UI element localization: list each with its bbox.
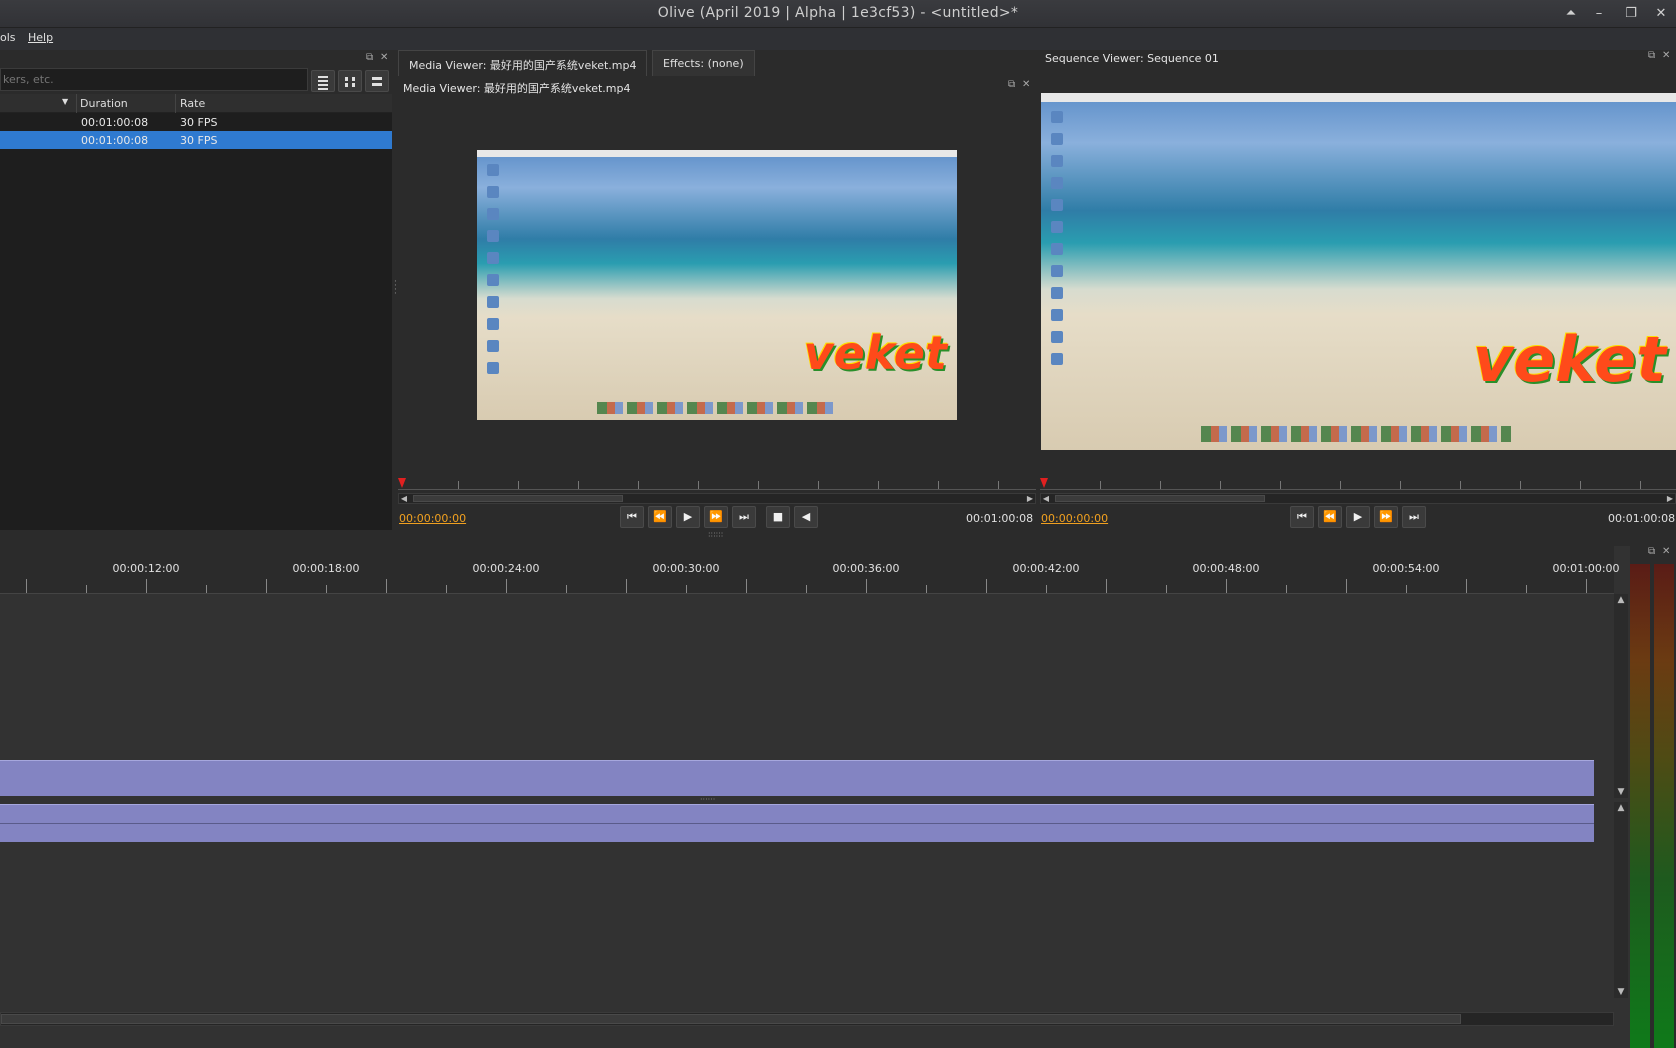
audio-tracks-scrollbar[interactable]: ▲ ▼ (1614, 802, 1628, 998)
meter-left-channel (1630, 564, 1650, 1048)
menu-tools[interactable]: ols (0, 31, 16, 44)
tab-effects[interactable]: Effects: (none) (652, 50, 755, 76)
ruler-label: 00:01:00:00 (1552, 562, 1620, 575)
timeline-ruler[interactable]: 00:00:12:00 00:00:18:00 00:00:24:00 00:0… (0, 546, 1620, 594)
table-row[interactable]: 00:01:00:08 30 FPS (0, 113, 392, 131)
ruler-label: 00:00:42:00 (1012, 562, 1080, 575)
dock-close-icon[interactable]: ✕ (1662, 50, 1670, 61)
previous-frame-button[interactable]: ⏪ (648, 506, 672, 528)
duration-header[interactable]: Duration (80, 97, 128, 110)
audio-meter: ⧉ ✕ (1630, 546, 1676, 1048)
icon-view-button[interactable] (338, 70, 362, 92)
current-timecode[interactable]: 00:00:00:00 (399, 512, 466, 525)
project-panel: ⧉ ✕ ▼ Duration Rate 00:01:00:08 30 FPS 0… (0, 50, 392, 530)
sequence-preview-frame: veket (1041, 93, 1676, 450)
minimize-button[interactable]: – (1588, 4, 1610, 24)
dock-close-icon[interactable]: ✕ (1022, 79, 1030, 90)
tree-view-button[interactable] (365, 70, 389, 92)
ruler-label: 00:00:48:00 (1192, 562, 1260, 575)
sequence-viewer-panel: Sequence Viewer: Sequence 01 ⧉ ✕ veket ◀… (1040, 50, 1676, 546)
project-search[interactable] (0, 68, 308, 91)
maximize-button[interactable]: ❐ (1620, 4, 1642, 24)
video-toggle-button[interactable]: ■ (766, 506, 790, 528)
current-timecode[interactable]: 00:00:00:00 (1041, 512, 1108, 525)
previous-frame-button[interactable]: ⏪ (1318, 506, 1342, 528)
media-viewer-ruler[interactable] (398, 476, 1036, 490)
track-splitter-handle[interactable]: ······ (700, 796, 715, 804)
list-view-button[interactable] (311, 70, 335, 92)
playhead[interactable] (398, 478, 406, 488)
meter-right-channel (1654, 564, 1674, 1048)
dock-float-icon[interactable]: ⧉ (1648, 546, 1655, 557)
row-rate: 30 FPS (180, 116, 218, 129)
window-title: Olive (April 2019 | Alpha | 1e3cf53) - <… (657, 5, 1019, 21)
ruler-label: 00:00:12:00 (112, 562, 180, 575)
close-button[interactable]: ✕ (1650, 4, 1672, 24)
panel-splitter-handle[interactable]: ······ ······ (708, 530, 723, 541)
end-timecode: 00:01:00:08 (966, 512, 1034, 525)
ruler-label: 00:00:24:00 (472, 562, 540, 575)
audio-clip[interactable] (0, 804, 1594, 842)
end-timecode: 00:01:00:08 (1608, 512, 1676, 525)
next-frame-button[interactable]: ⏩ (704, 506, 728, 528)
video-tracks-scrollbar[interactable]: ▲ ▼ (1614, 594, 1628, 798)
sort-arrow-icon[interactable]: ▼ (62, 97, 68, 106)
dock-close-icon[interactable]: ✕ (1662, 546, 1670, 557)
timeline-panel: 00:00:12:00 00:00:18:00 00:00:24:00 00:0… (0, 546, 1630, 1048)
search-input[interactable] (1, 69, 307, 90)
panel-splitter-handle[interactable]: · · · · (394, 278, 397, 299)
ruler-label: 00:00:54:00 (1372, 562, 1440, 575)
playhead[interactable] (1040, 478, 1048, 488)
menu-bar: ols Help (0, 28, 1676, 50)
play-button[interactable]: ▶ (676, 506, 700, 528)
go-to-start-button[interactable]: ⏮ (1290, 506, 1314, 528)
project-tree[interactable]: ▼ Duration Rate 00:01:00:08 30 FPS 00:01… (0, 94, 392, 530)
row-duration: 00:01:00:08 (81, 116, 149, 129)
go-to-start-button[interactable]: ⏮ (620, 506, 644, 528)
table-row-selected[interactable]: 00:01:00:08 30 FPS (0, 131, 392, 149)
title-bar: Olive (April 2019 | Alpha | 1e3cf53) - <… (0, 0, 1676, 28)
media-viewer-title: Media Viewer: 最好用的国产系统veket.mp4 (403, 82, 631, 95)
play-button[interactable]: ▶ (1346, 506, 1370, 528)
video-clip[interactable] (0, 760, 1594, 796)
dock-close-icon[interactable]: ✕ (380, 52, 388, 63)
timeline-scrollbar[interactable] (0, 1012, 1614, 1026)
go-to-end-button[interactable]: ⏭ (1402, 506, 1426, 528)
veket-logo: veket (1472, 323, 1666, 396)
media-viewer-scrollbar[interactable]: ◀ ▶ (398, 493, 1036, 504)
dock-float-icon[interactable]: ⧉ (1008, 79, 1015, 90)
row-rate: 30 FPS (180, 134, 218, 147)
tab-media-viewer[interactable]: Media Viewer: 最好用的国产系统veket.mp4 (398, 50, 648, 76)
ruler-label: 00:00:36:00 (832, 562, 900, 575)
media-viewer-panel: Media Viewer: 最好用的国产系统veket.mp4 Effects:… (398, 50, 1036, 546)
ruler-label: 00:00:18:00 (292, 562, 360, 575)
dock-float-icon[interactable]: ⧉ (1648, 50, 1655, 61)
media-preview-frame: veket (477, 150, 957, 420)
shade-button[interactable]: ⏶ (1560, 4, 1582, 24)
menu-help[interactable]: Help (28, 31, 53, 44)
ruler-label: 00:00:30:00 (652, 562, 720, 575)
audio-toggle-button[interactable]: ◀ (794, 506, 818, 528)
veket-logo: veket (803, 326, 947, 380)
tree-header: ▼ Duration Rate (0, 94, 392, 113)
next-frame-button[interactable]: ⏩ (1374, 506, 1398, 528)
row-duration: 00:01:00:08 (81, 134, 149, 147)
sequence-viewer-scrollbar[interactable]: ◀ ▶ (1040, 493, 1676, 504)
sequence-viewer-title: Sequence Viewer: Sequence 01 (1045, 52, 1219, 65)
dock-float-icon[interactable]: ⧉ (366, 52, 373, 63)
sequence-viewer-ruler[interactable] (1040, 476, 1676, 490)
rate-header[interactable]: Rate (180, 97, 205, 110)
go-to-end-button[interactable]: ⏭ (732, 506, 756, 528)
